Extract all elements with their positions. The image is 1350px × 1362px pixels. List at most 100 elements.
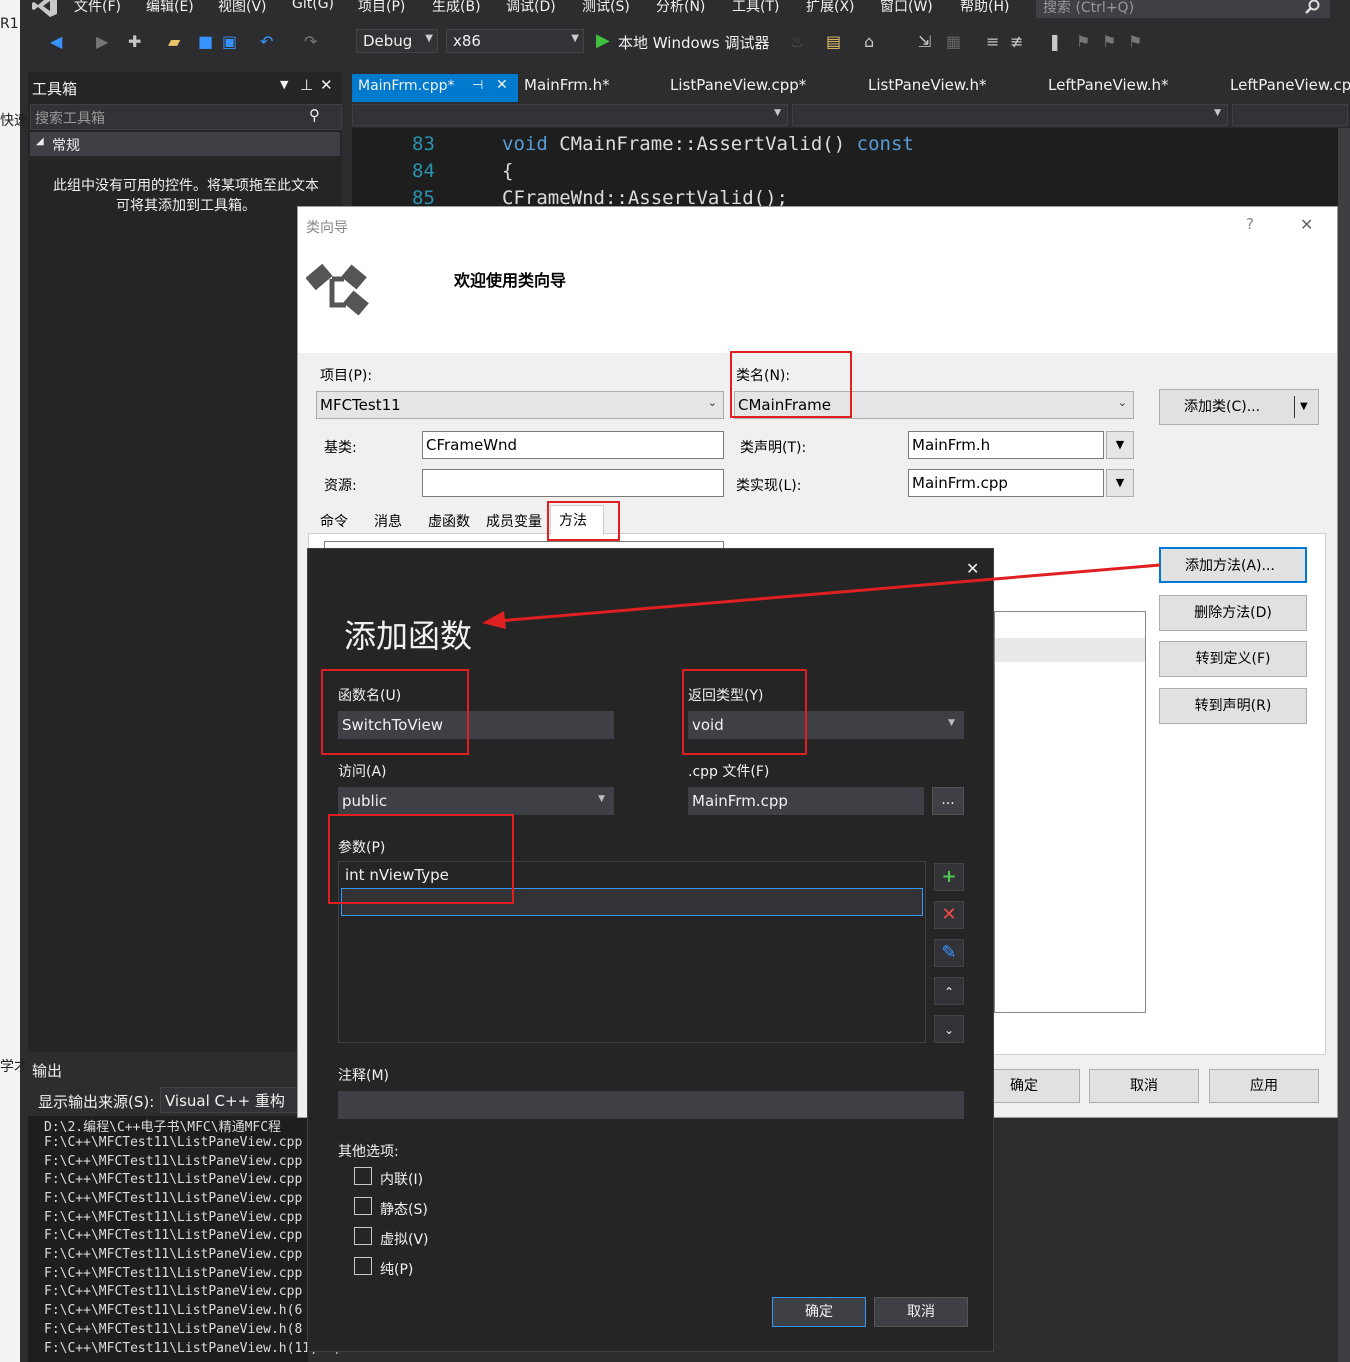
tab-member-variables[interactable]: 成员变量 [486,511,542,535]
delete-param-button[interactable]: ✕ [934,901,964,929]
search-icon [1305,0,1320,14]
menu-item-project[interactable]: 项目(P) [358,0,405,16]
menu-item-edit[interactable]: 编辑(E) [146,0,194,16]
menu-item-debug[interactable]: 调试(D) [506,0,556,16]
inline-checkbox[interactable] [354,1167,372,1185]
menu-item-help[interactable]: 帮助(H) [960,0,1009,16]
comment-input[interactable] [338,1091,964,1119]
close-icon[interactable]: ✕ [496,77,508,93]
solution-config-dropdown[interactable]: Debug ▼ [356,29,438,53]
impl-label: 类实现(L): [736,478,802,494]
close-icon[interactable]: ✕ [320,76,333,94]
decl-field[interactable]: MainFrm.h [908,431,1104,459]
member-scope-dropdown[interactable]: ▼ [792,104,1228,126]
menu-item-git[interactable]: Git(G) [292,0,334,12]
open-folder-icon[interactable]: ▰ [168,32,180,51]
delete-method-button[interactable]: 删除方法(D) [1159,595,1307,631]
tab-listpaneview-h[interactable]: ListPaneView.h* [868,76,987,100]
wizard-cancel-button[interactable]: 取消 [1089,1069,1199,1103]
menu-item-analyze[interactable]: 分析(N) [656,0,705,16]
close-button[interactable]: ✕ [1300,215,1313,234]
methods-list[interactable] [994,611,1146,1013]
pin-icon[interactable]: ⊣ [472,78,483,93]
tab-leftpaneview-h[interactable]: LeftPaneView.h* [1048,76,1169,100]
impl-dropdown-button[interactable]: ▼ [1106,469,1134,497]
folder-search-icon[interactable]: ▤ [826,32,841,51]
move-down-button[interactable]: ⌄ [934,1015,964,1043]
quick-launch-search[interactable]: 搜索 (Ctrl+Q) [1036,0,1330,18]
tab-leftpaneview-cpp[interactable]: LeftPaneView.cp [1230,76,1350,100]
save-all-icon[interactable]: ▣ [222,32,237,51]
tab-listpaneview-cpp[interactable]: ListPaneView.cpp* [670,76,806,100]
base-class-field[interactable]: CFrameWnd [422,431,724,459]
forward-icon[interactable]: ▶ [96,32,108,51]
toolbox-search-input[interactable]: 搜索工具箱 ⚲ [30,104,342,130]
menu-item-tools[interactable]: 工具(T) [732,0,779,16]
move-up-button[interactable]: ⌃ [934,977,964,1005]
step-icon[interactable]: ⇲ [918,32,931,51]
access-combobox[interactable]: public ▼ [338,787,614,815]
add-class-label: 添加类(C)... [1184,399,1261,415]
project-scope-dropdown[interactable]: ▼ [352,104,788,126]
fire-icon[interactable]: ♨ [790,32,804,51]
menu-item-test[interactable]: 测试(S) [582,0,630,16]
code-editor[interactable]: 83 void CMainFrame::AssertValid() const … [352,128,1350,209]
project-combobox[interactable]: MFCTest11 ⌄ [316,391,724,419]
start-debugger-button[interactable]: 本地 Windows 调试器 [618,32,770,53]
bookmark-icon[interactable]: ❚ [1048,32,1061,51]
impl-field[interactable]: MainFrm.cpp [908,469,1104,497]
menu-item-build[interactable]: 生成(B) [432,0,481,16]
chevron-down-icon[interactable]: ▼ [280,78,288,91]
platform-dropdown[interactable]: x86 ▼ [446,29,584,53]
undo-icon[interactable]: ↶ [260,32,273,51]
menu-item-file[interactable]: 文件(F) [74,0,121,16]
ok-button[interactable]: 确定 [772,1297,866,1327]
back-icon[interactable]: ◀ [50,32,62,51]
add-class-button[interactable]: 添加类(C)... ▼ [1159,389,1319,425]
play-icon[interactable]: ▶ [596,30,610,51]
toolbox-group-general[interactable]: ◢ 常规 [30,132,340,156]
decl-dropdown-button[interactable]: ▼ [1106,431,1134,459]
cpp-file-input[interactable]: MainFrm.cpp [688,787,924,815]
tab-mainfrm-h[interactable]: MainFrm.h* [524,76,610,100]
cancel-button[interactable]: 取消 [874,1297,968,1327]
new-item-icon[interactable]: ✚ [128,32,141,51]
redo-icon[interactable]: ↷ [304,32,317,51]
go-to-declaration-button[interactable]: 转到声明(R) [1159,688,1307,724]
layout-icon[interactable]: ▦ [946,32,961,51]
virtual-checkbox[interactable] [354,1227,372,1245]
tab-virtual-functions[interactable]: 虚函数 [428,511,470,535]
search-icon[interactable]: ⚲ [309,106,320,124]
menu-item-view[interactable]: 视图(V) [218,0,267,16]
output-source-dropdown[interactable]: Visual C++ 重构 [160,1087,310,1113]
editor-scrollbar[interactable] [1338,128,1350,1362]
browse-button[interactable]: ... [932,787,964,815]
edit-param-button[interactable]: ✎ [934,939,964,967]
static-checkbox[interactable] [354,1197,372,1215]
output-line: F:\C++\MFCTest11\ListPaneView.cpp [44,1210,303,1225]
tab-mainfrm-cpp[interactable]: MainFrm.cpp* ⊣ ✕ [352,74,518,102]
home-icon[interactable]: ⌂ [864,32,874,51]
comment-icon[interactable]: ≡ [986,32,999,51]
add-method-button[interactable]: 添加方法(A)... [1159,547,1307,583]
tab-commands[interactable]: 命令 [320,511,348,535]
delete-x-icon: ✕ [941,904,957,925]
wizard-apply-button[interactable]: 应用 [1209,1069,1319,1103]
help-button[interactable]: ? [1246,215,1254,233]
resource-field[interactable] [422,469,724,497]
pin-icon[interactable]: ⊥ [300,76,313,94]
chevron-down-icon[interactable]: ▼ [1300,390,1308,424]
bookmark-clear-icon[interactable]: ⚑ [1128,32,1142,51]
bookmark-next-icon[interactable]: ⚑ [1102,32,1116,51]
uncomment-icon[interactable]: ≢ [1010,32,1023,51]
tab-messages[interactable]: 消息 [374,511,402,535]
add-param-button[interactable]: + [934,863,964,891]
list-item[interactable] [995,638,1145,662]
bookmark-prev-icon[interactable]: ⚑ [1076,32,1090,51]
save-icon[interactable]: ■ [198,32,213,51]
go-to-definition-button[interactable]: 转到定义(F) [1159,641,1307,677]
function-scope-dropdown[interactable] [1232,104,1348,126]
pure-checkbox[interactable] [354,1257,372,1275]
menu-item-extensions[interactable]: 扩展(X) [806,0,855,16]
menu-item-window[interactable]: 窗口(W) [880,0,933,16]
